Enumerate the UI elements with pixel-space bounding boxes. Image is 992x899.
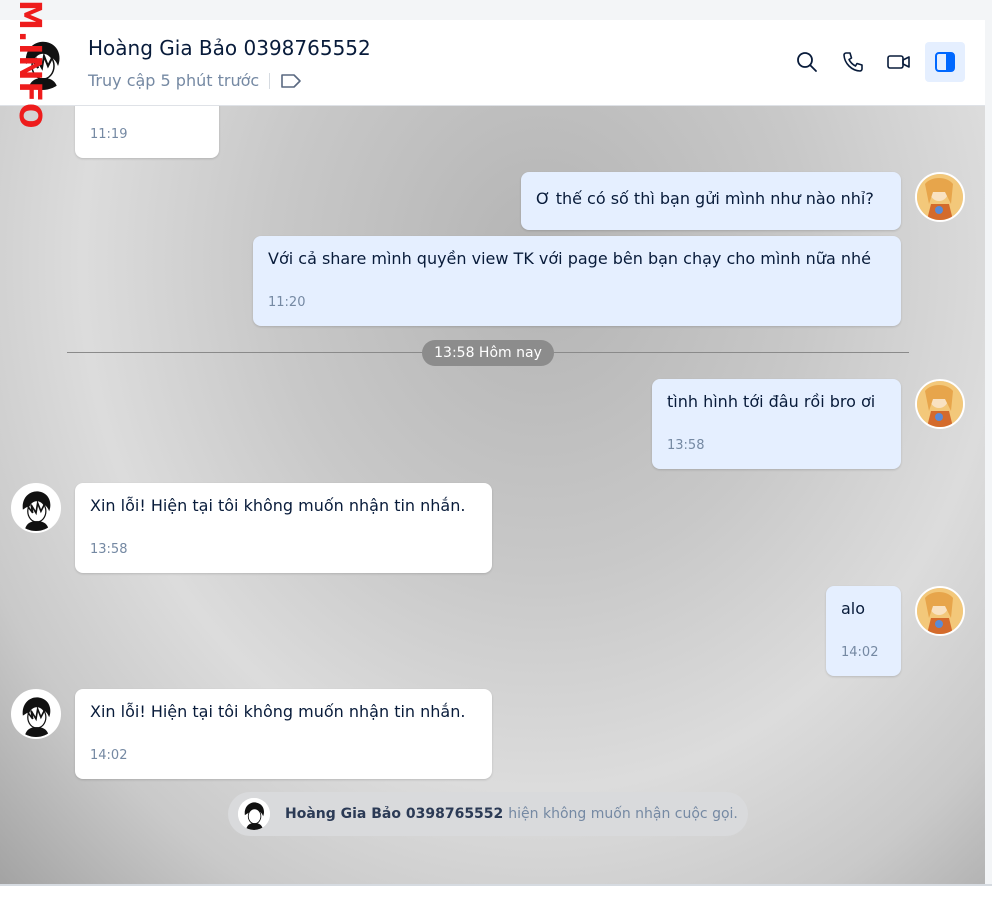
message-list[interactable]: 11:19 Ơ thế có số thì bạn gửi mình như n…	[0, 106, 985, 884]
video-camera-icon	[887, 55, 910, 69]
call-blocked-notice: Hoàng Gia Bảo 0398765552 hiện không muốn…	[228, 792, 748, 836]
notice-contact-name: Hoàng Gia Bảo 0398765552	[285, 806, 504, 822]
search-button[interactable]	[787, 42, 827, 82]
watermark: M.INFO	[12, 0, 47, 130]
conversation-info-toggle[interactable]	[925, 42, 965, 82]
contact-avatar[interactable]	[11, 483, 61, 533]
contact-status-row: Truy cập 5 phút trước	[88, 71, 302, 90]
video-call-button[interactable]	[879, 42, 919, 82]
message-bubble-incoming[interactable]: Xin lỗi! Hiện tại tôi không muốn nhận ti…	[75, 483, 492, 573]
scrollbar[interactable]	[985, 106, 992, 884]
my-avatar[interactable]	[915, 172, 965, 222]
my-avatar[interactable]	[915, 379, 965, 429]
message-bubble-outgoing[interactable]: Ơ thế có số thì bạn gửi mình như nào nhỉ…	[521, 172, 901, 230]
message-text: Xin lỗi! Hiện tại tôi không muốn nhận ti…	[90, 496, 466, 515]
phone-icon	[843, 52, 863, 72]
my-avatar[interactable]	[915, 586, 965, 636]
date-divider: 13:58 Hôm nay	[422, 340, 554, 366]
message-text: tình hình tới đâu rồi bro ơi	[667, 392, 876, 411]
message-bubble-outgoing[interactable]: Với cả share mình quyền view TK với page…	[253, 236, 901, 326]
status-separator	[269, 72, 271, 89]
message-text: alo	[841, 599, 866, 618]
message-time: 14:02	[841, 645, 879, 660]
message-text: Xin lỗi! Hiện tại tôi không muốn nhận ti…	[90, 702, 466, 721]
message-time: 11:20	[268, 295, 306, 310]
message-time: 13:58	[667, 438, 705, 453]
top-strip	[0, 0, 992, 20]
call-button[interactable]	[833, 42, 873, 82]
message-time: 13:58	[90, 542, 128, 557]
message-bubble-incoming[interactable]: 11:19	[75, 106, 219, 158]
message-time: 14:02	[90, 748, 128, 763]
message-bubble-incoming[interactable]: Xin lỗi! Hiện tại tôi không muốn nhận ti…	[75, 689, 492, 779]
message-text: Với cả share mình quyền view TK với page…	[268, 249, 871, 268]
chat-header: Hoàng Gia Bảo 0398765552 Truy cập 5 phút…	[0, 20, 985, 106]
message-text: Ơ thế có số thì bạn gửi mình như nào nhỉ…	[536, 189, 874, 208]
last-seen-status: Truy cập 5 phút trước	[88, 71, 260, 90]
notice-text: hiện không muốn nhận cuộc gọi.	[508, 806, 738, 822]
message-bubble-outgoing[interactable]: tình hình tới đâu rồi bro ơi 13:58	[652, 379, 901, 469]
composer-edge	[0, 884, 992, 899]
header-actions	[787, 42, 965, 82]
tag-icon[interactable]	[280, 72, 302, 90]
notice-avatar	[238, 798, 270, 830]
message-bubble-outgoing[interactable]: alo 14:02	[826, 586, 901, 676]
search-icon	[797, 52, 817, 72]
message-time: 11:19	[90, 127, 128, 142]
sidebar-toggle-icon	[935, 52, 955, 72]
contact-avatar[interactable]	[11, 689, 61, 739]
contact-name: Hoàng Gia Bảo 0398765552	[88, 36, 371, 60]
